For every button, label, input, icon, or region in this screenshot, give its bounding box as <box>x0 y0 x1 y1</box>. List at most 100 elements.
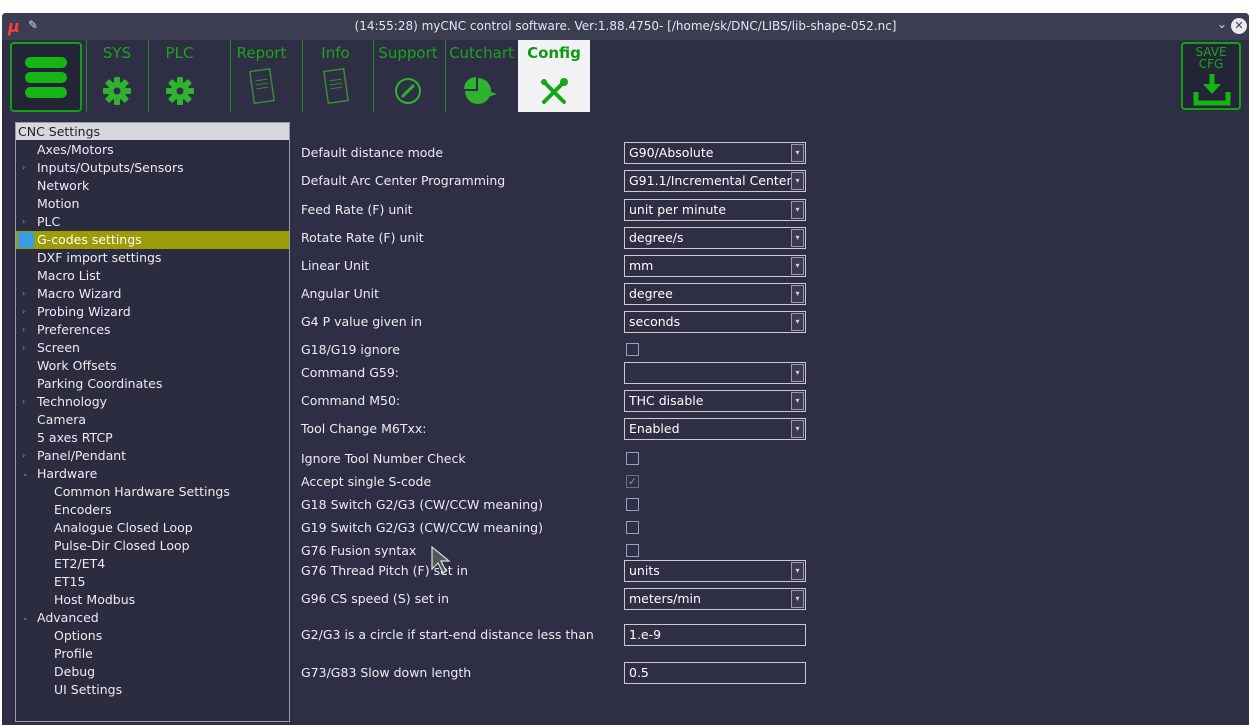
tab-config[interactable]: Config <box>518 40 590 112</box>
tree-item[interactable]: › Inputs/Outputs/Sensors <box>16 159 289 177</box>
save-cfg-button[interactable]: SAVE CFG <box>1181 42 1241 110</box>
tree-item[interactable]: Analogue Closed Loop <box>16 519 289 537</box>
tree-item[interactable]: Camera <box>16 411 289 429</box>
tree-item-label: DXF import settings <box>37 250 162 265</box>
main-menu-button[interactable] <box>10 42 82 112</box>
tree-item[interactable]: › Panel/Pendant <box>16 447 289 465</box>
dropdown-arrow-icon[interactable]: ▾ <box>791 392 804 410</box>
expand-arrow-icon[interactable]: › <box>22 303 25 321</box>
setting-dropdown[interactable]: unit per minute ▾ <box>624 199 806 221</box>
setting-checkbox[interactable] <box>626 343 639 356</box>
setting-dropdown[interactable]: degree ▾ <box>624 283 806 305</box>
dropdown-arrow-icon[interactable]: ▾ <box>791 313 804 331</box>
tree-item[interactable]: › Technology <box>16 393 289 411</box>
tree-item[interactable]: Work Offsets <box>16 357 289 375</box>
dropdown-arrow-icon[interactable]: ▾ <box>791 420 804 438</box>
tree-item-label: Screen <box>37 340 80 355</box>
tree-item[interactable]: › Screen <box>16 339 289 357</box>
tree-item[interactable]: G-codes settings <box>16 231 289 249</box>
tree-item[interactable]: ET2/ET4 <box>16 555 289 573</box>
tree-header[interactable]: CNC Settings <box>16 123 289 140</box>
setting-dropdown[interactable]: degree/s ▾ <box>624 227 806 249</box>
tree-item[interactable]: 5 axes RTCP <box>16 429 289 447</box>
tree-item-label: Analogue Closed Loop <box>54 520 193 535</box>
expand-arrow-icon[interactable]: › <box>22 213 25 231</box>
tree-item[interactable]: Network <box>16 177 289 195</box>
setting-checkbox[interactable] <box>626 452 639 465</box>
setting-label: Default distance mode <box>301 145 444 160</box>
tree-item[interactable]: › Preferences <box>16 321 289 339</box>
close-icon[interactable]: ✕ <box>1231 18 1247 34</box>
dropdown-arrow-icon[interactable]: ▾ <box>791 562 804 580</box>
tree-item[interactable]: ⌄ Advanced <box>16 609 289 627</box>
tree-item[interactable]: Motion <box>16 195 289 213</box>
tab-info[interactable]: Info <box>302 40 368 112</box>
expand-arrow-icon[interactable]: › <box>22 285 25 303</box>
tree-item[interactable]: DXF import settings <box>16 249 289 267</box>
dropdown-arrow-icon[interactable]: ▾ <box>791 201 804 219</box>
dropdown-arrow-icon[interactable]: ▾ <box>791 285 804 303</box>
setting-dropdown[interactable]: G91.1/Incremental Center ▾ <box>624 170 806 192</box>
tab-label: Support <box>378 44 438 62</box>
setting-label: Angular Unit <box>301 286 380 301</box>
tree-item[interactable]: ET15 <box>16 573 289 591</box>
setting-input[interactable]: 0.5 <box>624 662 806 684</box>
setting-checkbox[interactable]: ✓ <box>626 475 639 488</box>
tab-sys[interactable]: SYS <box>86 40 147 112</box>
setting-dropdown[interactable]: ▾ <box>624 362 806 384</box>
tree-item[interactable]: Parking Coordinates <box>16 375 289 393</box>
title-bar: μ ✎ (14:55:28) myCNC control software. V… <box>2 13 1249 40</box>
setting-checkbox[interactable] <box>626 544 639 557</box>
dropdown-arrow-icon[interactable]: ▾ <box>791 257 804 275</box>
expand-arrow-icon[interactable]: ⌄ <box>22 609 29 627</box>
tree-item[interactable]: › Probing Wizard <box>16 303 289 321</box>
tab-cutchart[interactable]: Cutchart <box>445 40 517 112</box>
tree-item[interactable]: Axes/Motors <box>16 141 289 159</box>
tree-item[interactable]: Profile <box>16 645 289 663</box>
setting-dropdown[interactable]: G90/Absolute ▾ <box>624 142 806 164</box>
tree-item[interactable]: Options <box>16 627 289 645</box>
dropdown-value: G90/Absolute <box>629 145 714 160</box>
expand-arrow-icon[interactable]: › <box>22 447 25 465</box>
expand-arrow-icon[interactable]: › <box>22 339 25 357</box>
tab-support[interactable]: Support <box>373 40 442 112</box>
download-icon <box>1193 74 1231 106</box>
setting-dropdown[interactable]: meters/min ▾ <box>624 588 806 610</box>
setting-checkbox[interactable] <box>626 521 639 534</box>
tab-plc[interactable]: PLC <box>148 40 210 112</box>
dropdown-arrow-icon[interactable]: ▾ <box>791 229 804 247</box>
dropdown-value: unit per minute <box>629 202 727 217</box>
dropdown-arrow-icon[interactable]: ▾ <box>791 172 804 190</box>
window-title: (14:55:28) myCNC control software. Ver:1… <box>354 19 897 33</box>
tree-item[interactable]: ⌄ Hardware <box>16 465 289 483</box>
tree-item[interactable]: Common Hardware Settings <box>16 483 289 501</box>
minimize-chevron-icon[interactable]: ⌄ <box>1217 17 1227 31</box>
tab-report[interactable]: Report <box>230 40 292 112</box>
tree-item-label: G-codes settings <box>37 232 142 247</box>
document-icon <box>322 68 349 104</box>
dropdown-arrow-icon[interactable]: ▾ <box>791 590 804 608</box>
setting-dropdown[interactable]: THC disable ▾ <box>624 390 806 412</box>
dropdown-arrow-icon[interactable]: ▾ <box>791 144 804 162</box>
tree-item[interactable]: UI Settings <box>16 681 289 699</box>
tab-label: Cutchart <box>449 44 514 62</box>
setting-checkbox[interactable] <box>626 498 639 511</box>
setting-dropdown[interactable]: units ▾ <box>624 560 806 582</box>
tree-item[interactable]: › Macro Wizard <box>16 285 289 303</box>
expand-arrow-icon[interactable]: › <box>22 321 25 339</box>
tree-item[interactable]: Pulse-Dir Closed Loop <box>16 537 289 555</box>
expand-arrow-icon[interactable]: › <box>22 393 25 411</box>
setting-dropdown[interactable]: seconds ▾ <box>624 311 806 333</box>
expand-arrow-icon[interactable]: ⌄ <box>22 465 29 483</box>
tree-item[interactable]: Host Modbus <box>16 591 289 609</box>
setting-label: G18/G19 ignore <box>301 342 400 357</box>
tree-item[interactable]: › PLC <box>16 213 289 231</box>
dropdown-arrow-icon[interactable]: ▾ <box>791 364 804 382</box>
tree-item[interactable]: Debug <box>16 663 289 681</box>
setting-dropdown[interactable]: mm ▾ <box>624 255 806 277</box>
tree-item[interactable]: Macro List <box>16 267 289 285</box>
expand-arrow-icon[interactable]: › <box>22 159 25 177</box>
setting-input[interactable]: 1.e-9 <box>624 624 806 646</box>
setting-dropdown[interactable]: Enabled ▾ <box>624 418 806 440</box>
tree-item[interactable]: Encoders <box>16 501 289 519</box>
